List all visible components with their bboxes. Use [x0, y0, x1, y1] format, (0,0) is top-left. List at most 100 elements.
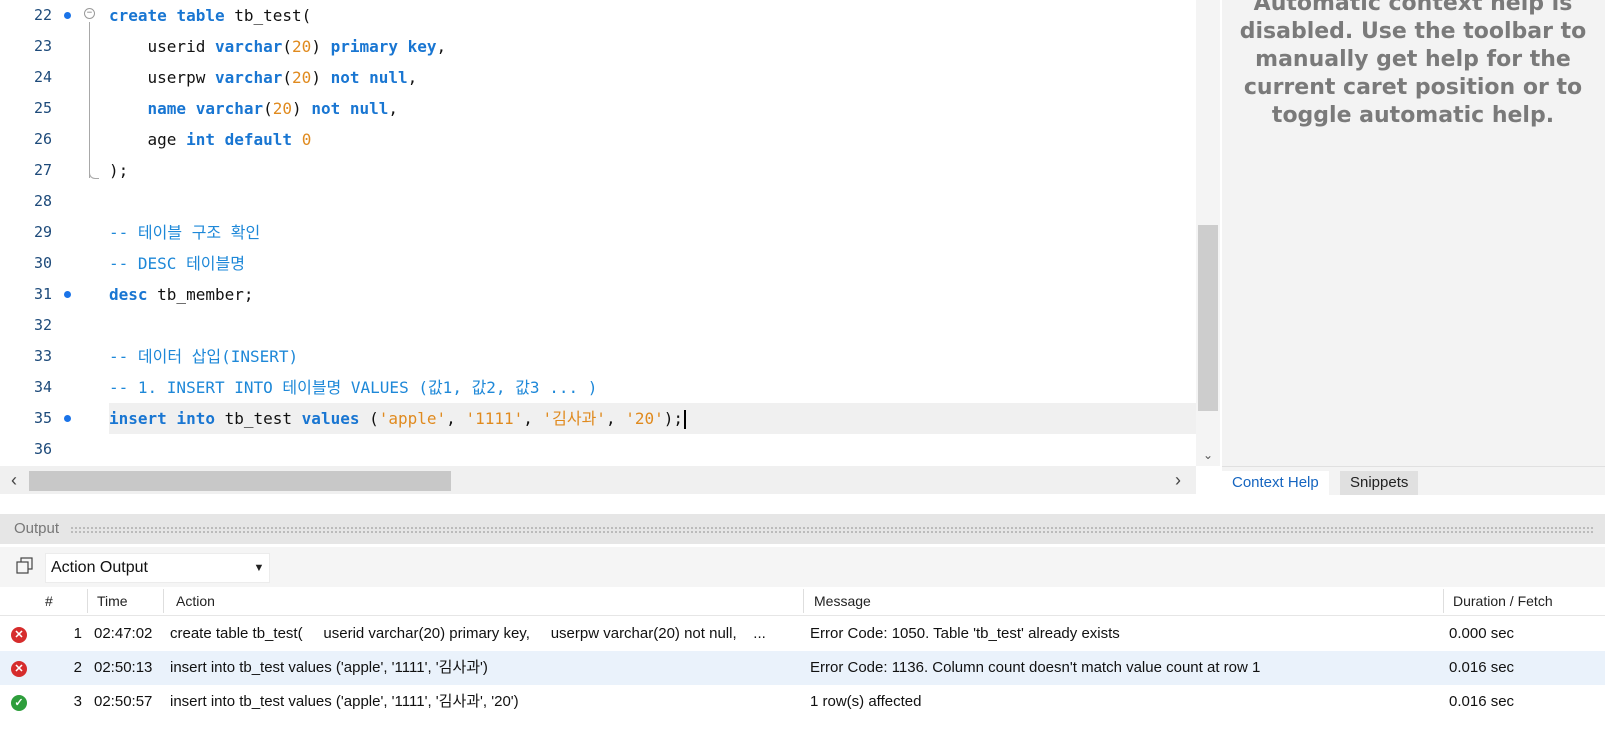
line-code[interactable]: userpw varchar(20) not null, [109, 62, 418, 93]
code-token: , [407, 68, 418, 87]
code-token: age [109, 130, 187, 149]
code-line[interactable]: 28 [0, 186, 1222, 217]
code-line[interactable]: 23 userid varchar(20) primary key, [0, 31, 1222, 62]
sql-editor[interactable]: 22− create table tb_test(23 userid varcha… [0, 0, 1222, 478]
code-token: tb_member; [147, 285, 254, 304]
code-token: 0 [301, 130, 312, 149]
code-token: 'apple' [378, 409, 447, 428]
col-header-time[interactable]: Time [97, 587, 128, 615]
code-line[interactable]: 24 userpw varchar(20) not null, [0, 62, 1222, 93]
code-line[interactable]: 26 age int default 0 [0, 124, 1222, 155]
col-header-duration[interactable]: Duration / Fetch [1453, 587, 1553, 615]
col-header-message[interactable]: Message [814, 587, 871, 615]
chevron-down-icon[interactable]: ▼ [252, 553, 266, 583]
line-code[interactable]: desc tb_member; [109, 279, 254, 310]
code-line[interactable]: 27); [0, 155, 1222, 186]
line-number: 26 [33, 130, 52, 148]
col-header-number[interactable]: # [45, 587, 53, 615]
line-code[interactable]: -- DESC 테이블명 [109, 248, 245, 279]
code-line[interactable]: 33 -- 데이터 삽입(INSERT) [0, 341, 1222, 372]
col-header-action[interactable]: Action [176, 587, 215, 615]
code-token: create [109, 6, 167, 25]
current-line-code[interactable]: insert into tb_test values ('apple', '11… [109, 403, 1219, 434]
row-time: 02:50:57 [94, 693, 153, 710]
code-token: ); [109, 161, 129, 180]
statement-marker-icon[interactable] [64, 415, 71, 422]
code-line[interactable]: 22 − create table tb_test( [0, 0, 1222, 31]
editor-horizontal-scroll-thumb[interactable] [29, 471, 451, 491]
code-token: , [605, 409, 626, 428]
output-row[interactable]: ✕ 1 02:47:02 create table tb_test( useri… [0, 617, 1605, 651]
line-code[interactable]: age int default 0 [109, 124, 312, 155]
panel-grip[interactable] [70, 526, 1595, 533]
column-separator[interactable] [803, 589, 804, 613]
column-separator[interactable] [163, 589, 164, 613]
code-token: into [176, 409, 215, 428]
line-number: 30 [33, 254, 52, 272]
line-code[interactable]: userid varchar(20) primary key, [109, 31, 447, 62]
line-code[interactable]: -- 1. INSERT INTO 테이블명 VALUES (값1, 값2, 값… [109, 372, 597, 403]
code-token: -- DESC 테이블명 [109, 254, 245, 273]
code-token: ) [311, 68, 331, 87]
editor-vertical-scroll-thumb[interactable] [1198, 225, 1218, 411]
row-number: 3 [73, 693, 82, 710]
code-token: 20 [292, 68, 312, 87]
output-row[interactable]: ✕ 2 02:50:13 insert into tb_test values … [0, 651, 1605, 685]
code-token: ( [282, 37, 293, 56]
line-number: 31 [33, 285, 52, 303]
code-line[interactable]: 35 insert into tb_test values ('apple', '… [0, 403, 1222, 434]
line-number: 28 [33, 192, 52, 210]
code-line[interactable]: 30 -- DESC 테이블명 [0, 248, 1222, 279]
line-code[interactable]: -- 데이터 삽입(INSERT) [109, 341, 298, 372]
row-message: 1 row(s) affected [810, 693, 922, 710]
error-icon: ✕ [11, 627, 27, 643]
row-time: 02:47:02 [94, 625, 153, 642]
text-caret [684, 410, 686, 429]
code-line[interactable]: 25 name varchar(20) not null, [0, 93, 1222, 124]
code-token: varchar [214, 68, 283, 87]
scroll-down-icon[interactable]: ⌄ [1198, 448, 1218, 464]
code-token: userpw [109, 68, 215, 87]
help-tab-bar: Context Help Snippets [1222, 466, 1605, 495]
output-type-select[interactable]: Action Output [45, 553, 270, 583]
statement-marker-icon[interactable] [64, 12, 71, 19]
scroll-right-icon[interactable]: › [1168, 470, 1188, 491]
output-row[interactable]: ✓ 3 02:50:57 insert into tb_test values … [0, 685, 1605, 719]
row-duration: 0.016 sec [1449, 659, 1515, 676]
copy-icon[interactable] [16, 557, 34, 575]
line-code[interactable]: create table tb_test( [109, 0, 311, 31]
tab-context-help[interactable]: Context Help [1222, 471, 1329, 495]
code-token: , [388, 99, 399, 118]
column-separator[interactable] [87, 589, 88, 613]
code-token: , [523, 409, 543, 428]
fold-guide-end [89, 170, 99, 179]
row-message: Error Code: 1136. Column count doesn't m… [810, 659, 1261, 676]
code-line[interactable]: 34 -- 1. INSERT INTO 테이블명 VALUES (값1, 값2,… [0, 372, 1222, 403]
code-line[interactable]: 36 [0, 434, 1222, 465]
line-number: 32 [33, 316, 52, 334]
code-token: desc [109, 285, 148, 304]
statement-marker-icon[interactable] [64, 291, 71, 298]
line-code[interactable]: ); [109, 155, 128, 186]
code-token: tb_test( [224, 6, 312, 25]
line-number: 35 [33, 409, 52, 427]
fold-collapse-icon[interactable]: − [84, 8, 95, 19]
line-code[interactable]: name varchar(20) not null, [109, 93, 398, 124]
code-token: tb_test [214, 409, 302, 428]
row-action: insert into tb_test values ('apple', '11… [170, 693, 519, 710]
fold-guide [89, 22, 90, 178]
line-number: 24 [33, 68, 52, 86]
row-time: 02:50:13 [94, 659, 153, 676]
code-token: -- 테이블 구조 확인 [109, 223, 261, 242]
code-line[interactable]: 32 [0, 310, 1222, 341]
scroll-left-icon[interactable]: ‹ [4, 470, 24, 491]
code-token: name [147, 99, 187, 118]
code-line[interactable]: 29 -- 테이블 구조 확인 [0, 217, 1222, 248]
line-code[interactable]: -- 테이블 구조 확인 [109, 217, 260, 248]
tab-snippets[interactable]: Snippets [1340, 471, 1419, 495]
column-separator[interactable] [1443, 589, 1444, 613]
code-line[interactable]: 31 desc tb_member; [0, 279, 1222, 310]
